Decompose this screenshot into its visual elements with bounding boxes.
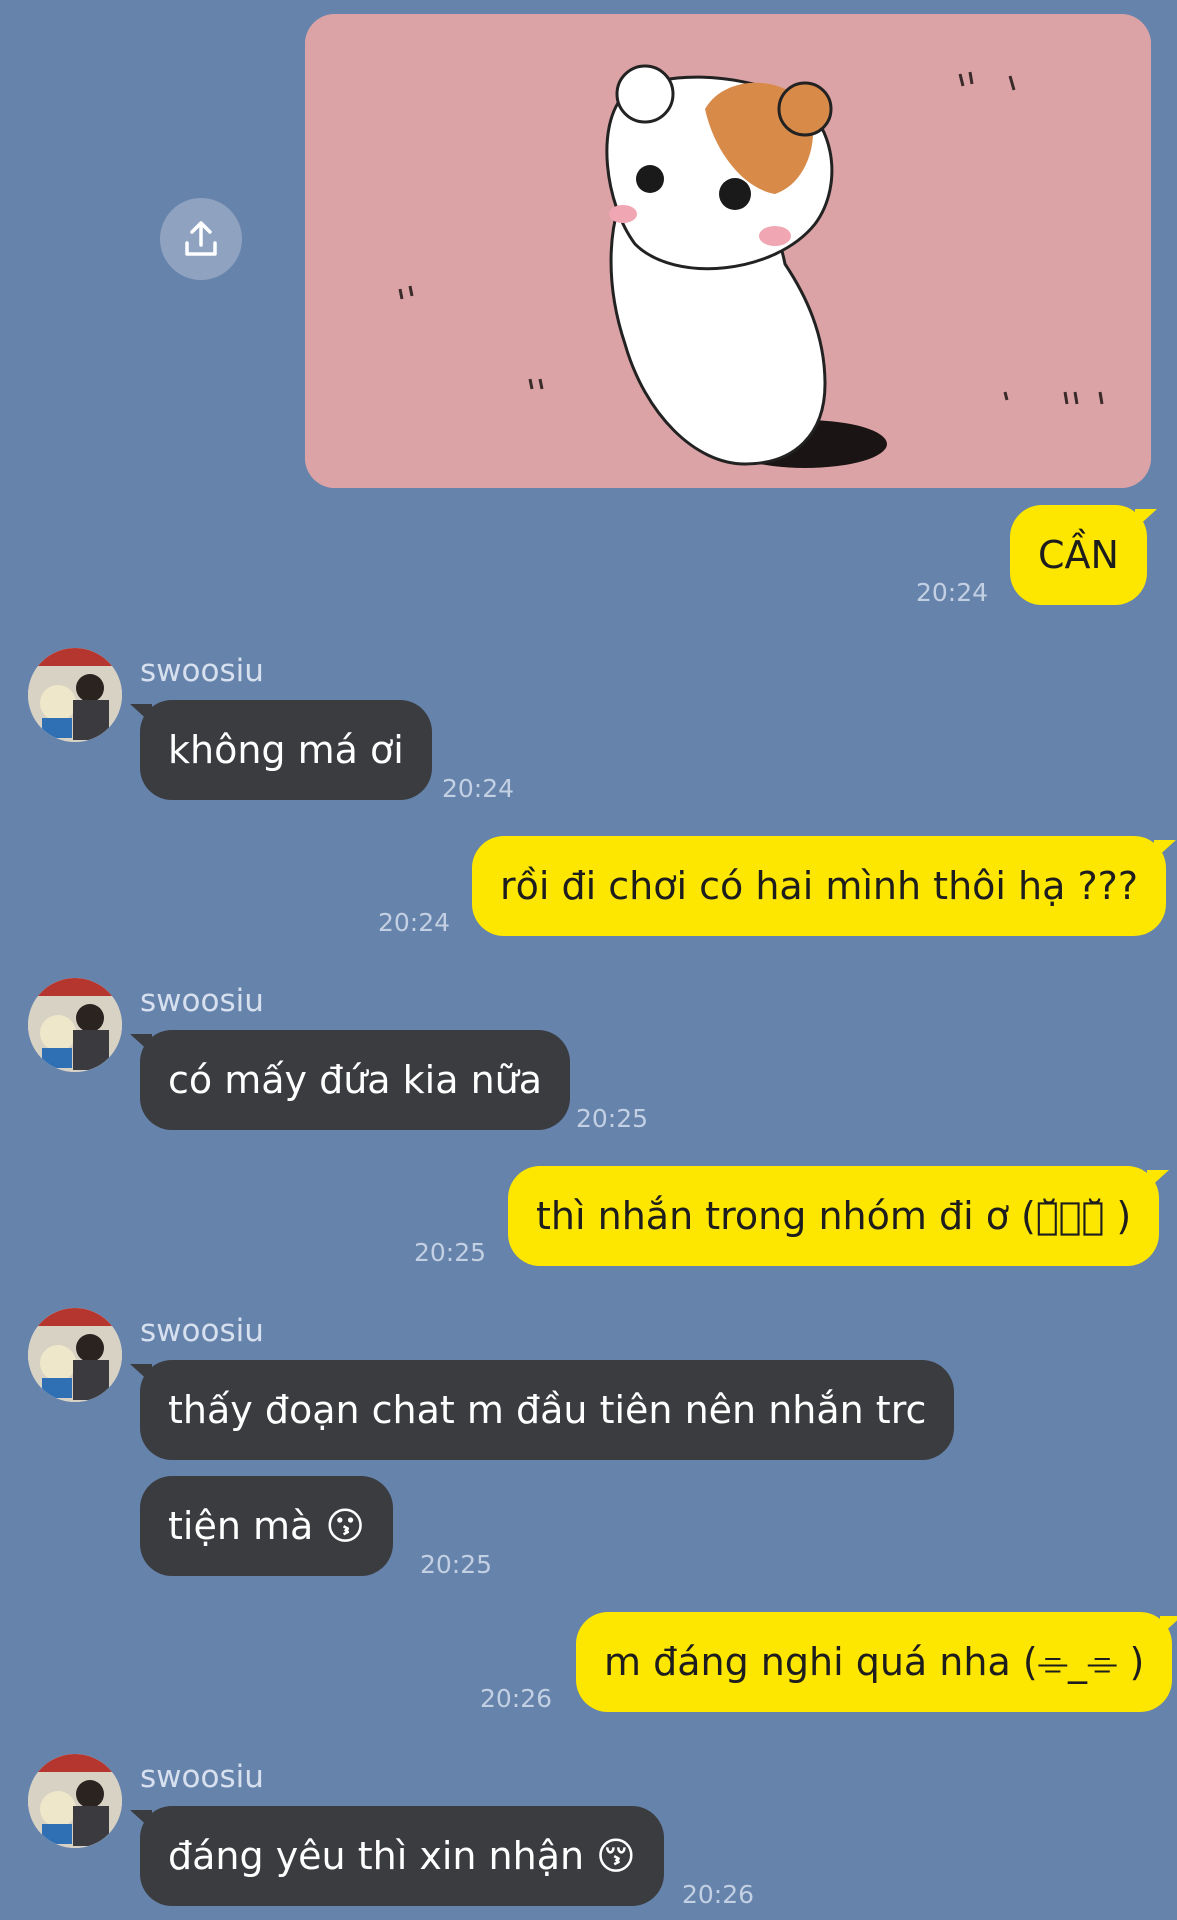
incoming-message[interactable]: có mấy đứa kia nữa bbox=[129, 1030, 571, 1130]
message-text: m đáng nghi quá nha (⌯_⌯ ) bbox=[604, 1640, 1145, 1684]
message-text: thấy đoạn chat m đầu tiên nên nhắn trc bbox=[168, 1388, 927, 1432]
sender-name: swoosiu bbox=[140, 983, 264, 1019]
incoming-message[interactable]: thấy đoạn chat m đầu tiên nên nhắn trc bbox=[129, 1360, 955, 1460]
message-text: rồi đi chơi có hai mình thôi hạ ??? bbox=[500, 864, 1139, 908]
message-text: đáng yêu thì xin nhận 😚 bbox=[168, 1834, 636, 1878]
message-time: 20:25 bbox=[576, 1104, 649, 1133]
incoming-message[interactable]: tiện mà 😗 bbox=[140, 1476, 393, 1576]
avatar[interactable] bbox=[28, 648, 122, 742]
outgoing-message[interactable]: rồi đi chơi có hai mình thôi hạ ??? bbox=[472, 836, 1177, 936]
message-time: 20:24 bbox=[442, 774, 515, 803]
message-text: CẦN bbox=[1038, 533, 1119, 577]
message-time: 20:24 bbox=[916, 578, 989, 607]
share-icon bbox=[185, 221, 217, 256]
message-text: có mấy đứa kia nữa bbox=[168, 1058, 543, 1102]
outgoing-message[interactable]: m đáng nghi quá nha (⌯_⌯ ) bbox=[576, 1612, 1177, 1712]
message-text: thì nhắn trong nhóm đi ơ (･̆⍛･̆ ) bbox=[536, 1194, 1132, 1238]
avatar[interactable] bbox=[28, 1308, 122, 1402]
outgoing-message[interactable]: thì nhắn trong nhóm đi ơ (･̆⍛･̆ ) bbox=[508, 1166, 1170, 1266]
message-time: 20:26 bbox=[480, 1684, 553, 1713]
sender-name: swoosiu bbox=[140, 1313, 264, 1349]
share-button[interactable] bbox=[160, 198, 242, 280]
message-time: 20:25 bbox=[414, 1238, 487, 1267]
outgoing-message[interactable]: CẦN bbox=[1010, 505, 1157, 605]
avatar[interactable] bbox=[28, 1754, 122, 1848]
message-text: tiện mà 😗 bbox=[168, 1504, 365, 1548]
incoming-message[interactable]: không má ơi bbox=[130, 700, 432, 800]
sender-name: swoosiu bbox=[140, 653, 264, 689]
message-time: 20:25 bbox=[420, 1550, 493, 1579]
avatar[interactable] bbox=[28, 978, 122, 1072]
message-time: 20:26 bbox=[682, 1880, 755, 1909]
incoming-message[interactable]: đáng yêu thì xin nhận 😚 bbox=[130, 1806, 664, 1906]
message-text: không má ơi bbox=[168, 728, 404, 772]
sender-name: swoosiu bbox=[140, 1759, 264, 1795]
shared-image[interactable] bbox=[305, 14, 1151, 488]
message-time: 20:24 bbox=[378, 908, 451, 937]
